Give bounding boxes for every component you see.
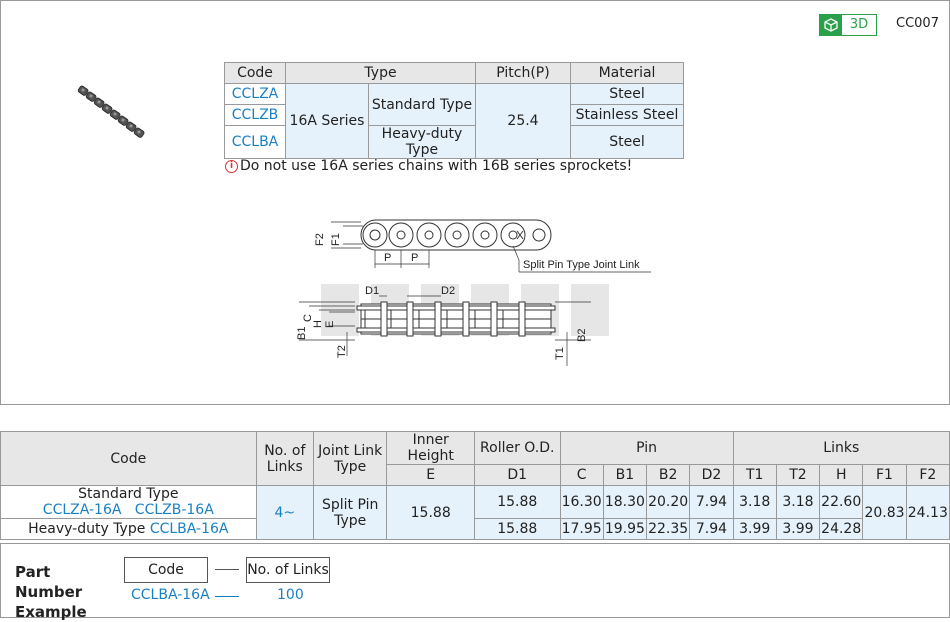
dim-label-b1: B1 xyxy=(296,327,308,340)
3d-label: 3D xyxy=(849,17,869,32)
3d-badge[interactable]: 3D xyxy=(819,14,877,36)
th-pitch: Pitch(P) xyxy=(475,62,571,84)
series-cell: 16A Series xyxy=(285,83,369,159)
example-dash xyxy=(215,596,239,597)
th-links-group: Links xyxy=(732,431,950,465)
dim-label-f2: F2 xyxy=(314,233,326,246)
type-cell: Heavy-duty Type xyxy=(368,125,476,159)
code-cell[interactable]: CCLZB xyxy=(224,104,286,126)
t1-cell: 3.99 xyxy=(732,518,777,540)
th-code: Code xyxy=(224,62,286,84)
code-box: Code xyxy=(124,557,208,583)
dim-label-p: P xyxy=(384,252,391,264)
type-cell: Standard Type xyxy=(368,83,476,126)
links-cell: 4~ xyxy=(255,485,314,540)
product-panel: 3D CC007 Code Type Pitch(P) Material CCL… xyxy=(0,0,950,405)
th-f1: F1 xyxy=(862,464,907,486)
th-joint: Joint Link Type xyxy=(312,431,388,486)
d1-cell: 15.88 xyxy=(473,518,561,540)
dim-label-b2: B2 xyxy=(576,329,588,342)
part-number-title: Part Number Example xyxy=(15,563,87,621)
h-cell: 22.60 xyxy=(819,485,864,519)
t2-cell: 3.18 xyxy=(775,485,821,519)
th-t2: T2 xyxy=(775,464,821,486)
th-b1: B1 xyxy=(602,464,648,486)
table-row: Standard Type CCLZA-16A CCLZB-16A 4~ Spl… xyxy=(0,485,950,540)
dim-label-p: P xyxy=(411,252,418,264)
th-c: C xyxy=(559,464,604,486)
th-d2: D2 xyxy=(689,464,734,486)
info-icon: i xyxy=(225,159,238,173)
part-number-example: Part Number Example Code No. of Links CC… xyxy=(0,543,950,621)
th-pin: Pin xyxy=(559,431,734,465)
dim-label-d2: D2 xyxy=(441,285,455,297)
pitch-cell: 25.4 xyxy=(475,83,571,159)
chain-photo xyxy=(77,85,145,138)
type-table: Code Type Pitch(P) Material CCLZA 16A Se… xyxy=(224,62,684,159)
cube-icon xyxy=(820,15,842,35)
d2-cell: 7.94 xyxy=(689,485,734,519)
th-material: Material xyxy=(570,62,684,84)
code-cell[interactable]: CCLZA xyxy=(224,83,286,105)
dim-label-e: E xyxy=(324,321,336,328)
b2-cell: 20.20 xyxy=(646,485,691,519)
th-roller: Roller O.D. xyxy=(473,431,561,465)
row-codes[interactable]: CCLZA-16A CCLZB-16A xyxy=(43,502,214,518)
th-f2: F2 xyxy=(905,464,950,486)
material-cell: Steel xyxy=(570,83,684,105)
h-cell: 24.28 xyxy=(819,518,864,540)
material-cell: Steel xyxy=(570,125,684,159)
row-type-label: Standard Type xyxy=(78,486,179,502)
links-box: No. of Links xyxy=(246,557,330,583)
f1-cell: 20.83 xyxy=(862,485,907,540)
th-code: Code xyxy=(0,431,257,486)
c-cell: 16.30 xyxy=(559,485,604,519)
dim-label-t1: T1 xyxy=(554,347,566,360)
row-type-label: Heavy-duty Type xyxy=(28,521,146,537)
spec-table: Code No. of Links Joint Link Type Inner … xyxy=(0,431,950,540)
chain-drawing: F2 F1 P P Split Pin Type Joint Link D1 D… xyxy=(296,219,651,366)
th-t1: T1 xyxy=(732,464,777,486)
th-e: E xyxy=(386,464,475,486)
th-b2: B2 xyxy=(646,464,691,486)
b1-cell: 18.30 xyxy=(602,485,648,519)
c-cell: 17.95 xyxy=(559,518,604,540)
joint-cell: Split Pin Type xyxy=(312,485,388,540)
warning-note: i Do not use 16A series chains with 16B … xyxy=(225,158,632,174)
th-d1: D1 xyxy=(473,464,561,486)
separator-dash xyxy=(215,569,239,570)
row-code-cell: Heavy-duty Type CCLBA-16A xyxy=(0,518,257,540)
t2-cell: 3.99 xyxy=(775,518,821,540)
th-h: H xyxy=(819,464,864,486)
dim-label-d1: D1 xyxy=(365,285,379,297)
joint-link-label: Split Pin Type Joint Link xyxy=(523,259,640,271)
row-code-cell: Standard Type CCLZA-16A CCLZB-16A xyxy=(0,485,257,519)
example-links: 100 xyxy=(277,587,304,603)
d1-cell: 15.88 xyxy=(473,485,561,519)
t1-cell: 3.18 xyxy=(732,485,777,519)
dim-label-h: H xyxy=(312,320,324,328)
catalog-number: CC007 xyxy=(896,16,939,31)
b2-cell: 22.35 xyxy=(646,518,691,540)
dim-label-t2: T2 xyxy=(336,345,348,358)
code-cell[interactable]: CCLBA xyxy=(224,125,286,159)
b1-cell: 19.95 xyxy=(602,518,648,540)
d2-cell: 7.94 xyxy=(689,518,734,540)
th-type: Type xyxy=(285,62,476,84)
row-codes[interactable]: CCLBA-16A xyxy=(150,521,229,537)
example-code: CCLBA-16A xyxy=(131,587,210,603)
material-cell: Stainless Steel xyxy=(570,104,684,126)
th-inner-height: Inner Height xyxy=(386,431,475,465)
table-row: Heavy-duty Type CCLBA-16A 15.88 17.95 19… xyxy=(0,518,950,540)
e-cell: 15.88 xyxy=(386,485,475,540)
th-links: No. of Links xyxy=(255,431,314,486)
dim-label-f1: F1 xyxy=(330,233,342,246)
warning-text: Do not use 16A series chains with 16B se… xyxy=(240,158,633,174)
f2-cell: 24.13 xyxy=(905,485,950,540)
